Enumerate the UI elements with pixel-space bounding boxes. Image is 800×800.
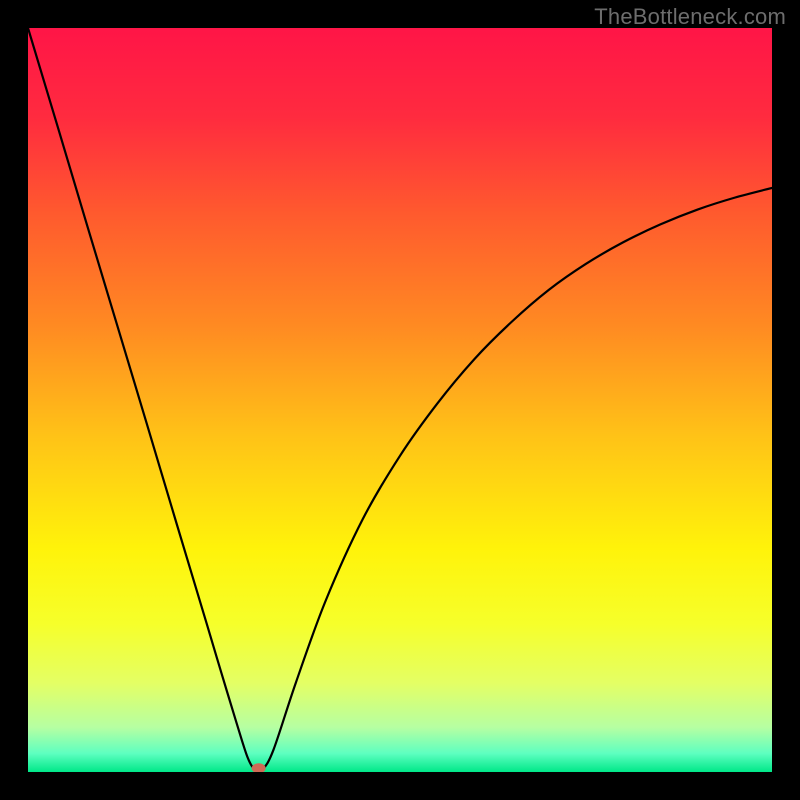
chart-container: TheBottleneck.com xyxy=(0,0,800,800)
plot-svg xyxy=(28,28,772,772)
plot-frame xyxy=(28,28,772,772)
plot-area xyxy=(28,28,772,772)
watermark-text: TheBottleneck.com xyxy=(594,4,786,30)
